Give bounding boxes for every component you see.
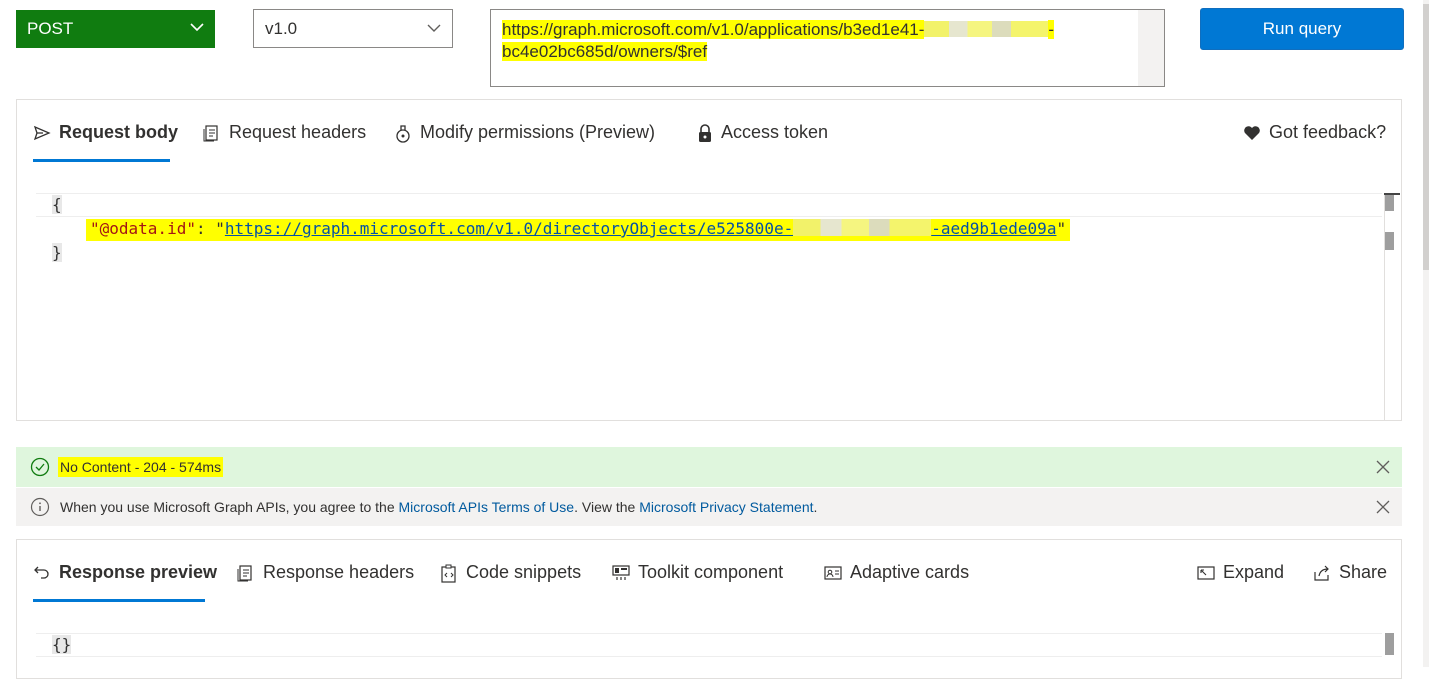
heart-icon: [1244, 126, 1260, 140]
tab-modify-permissions-label: Modify permissions (Preview): [420, 122, 656, 142]
json-key: "@odata.id": [90, 219, 196, 238]
editor-scroll-track: [1384, 193, 1385, 420]
card-icon: [824, 566, 842, 580]
info-text-after: .: [813, 499, 818, 515]
response-json: {}: [52, 635, 72, 654]
tab-response-headers-label: Response headers: [263, 562, 415, 582]
check-circle-icon: [30, 457, 50, 477]
current-line-highlight: [36, 193, 1382, 217]
toolkit-icon: [612, 565, 630, 580]
document-icon: [203, 125, 218, 142]
page-scrollbar[interactable]: [1423, 0, 1429, 667]
tab-adaptive-cards[interactable]: Adaptive cards: [824, 562, 969, 602]
clipboard-code-icon: [441, 564, 456, 583]
tab-response-preview-label: Response preview: [59, 562, 218, 582]
expand-button[interactable]: Expand: [1197, 562, 1284, 602]
url-scrollbar[interactable]: [1138, 10, 1164, 86]
info-text-before: When you use Microsoft Graph APIs, you a…: [60, 499, 399, 515]
share-icon: [1314, 565, 1329, 581]
json-quote-close: ": [1056, 219, 1067, 238]
tab-code-snippets-label: Code snippets: [466, 562, 582, 582]
run-query-button[interactable]: Run query: [1200, 8, 1404, 50]
terms-of-use-link[interactable]: Microsoft APIs Terms of Use: [399, 499, 575, 515]
json-value-prefix: https://graph.microsoft.com/v1.0/directo…: [224, 219, 794, 238]
redacted-block: [793, 219, 932, 236]
expand-label: Expand: [1223, 562, 1285, 582]
url-line1-prefix: https://graph.microsoft.com/v1.0/applica…: [502, 20, 925, 39]
status-bar: No Content - 204 - 574ms: [16, 447, 1402, 487]
version-dropdown[interactable]: v1.0: [253, 9, 453, 48]
close-icon[interactable]: [1376, 500, 1390, 514]
tab-request-body[interactable]: Request body: [33, 122, 178, 162]
version-value: v1.0: [265, 18, 298, 38]
http-method-dropdown[interactable]: POST: [16, 10, 215, 48]
document-icon: [237, 565, 252, 582]
editor-scroll-thumb[interactable]: [1385, 193, 1394, 211]
chevron-down-icon: [190, 23, 204, 32]
response-body-editor[interactable]: {}: [36, 633, 1382, 657]
json-quote-open: ": [215, 219, 225, 238]
expand-icon: [1197, 566, 1215, 580]
tab-request-headers-label: Request headers: [229, 122, 367, 142]
page-scroll-thumb[interactable]: [1423, 4, 1429, 270]
permissions-icon: [396, 125, 410, 143]
info-icon: [30, 497, 50, 517]
json-property-line: "@odata.id": "https://graph.microsoft.co…: [86, 219, 1071, 241]
tab-toolkit-component[interactable]: Toolkit component: [612, 562, 783, 602]
status-message: No Content - 204 - 574ms: [58, 457, 224, 477]
privacy-statement-link[interactable]: Microsoft Privacy Statement: [639, 499, 813, 515]
response-panel: [16, 539, 1402, 679]
info-text-middle: . View the: [574, 499, 640, 515]
request-body-editor[interactable]: { "@odata.id": "https://graph.microsoft.…: [36, 193, 1400, 419]
terms-info-bar: When you use Microsoft Graph APIs, you a…: [16, 488, 1402, 526]
url-input[interactable]: https://graph.microsoft.com/v1.0/applica…: [490, 9, 1165, 87]
tab-adaptive-cards-label: Adaptive cards: [850, 562, 970, 582]
json-value-suffix: -aed9b1ede09a: [931, 219, 1057, 238]
send-icon: [33, 125, 51, 141]
url-line1-suffix: -: [1048, 20, 1055, 39]
json-colon: :: [195, 219, 216, 238]
active-tab-underline: [33, 599, 205, 602]
redacted-block: [924, 21, 1049, 37]
tab-response-headers[interactable]: Response headers: [237, 562, 414, 602]
feedback-button[interactable]: Got feedback?: [1243, 122, 1386, 162]
open-brace: {: [52, 195, 62, 214]
tab-request-headers[interactable]: Request headers: [203, 122, 366, 162]
http-method-value: POST: [27, 19, 74, 38]
response-scroll-thumb[interactable]: [1385, 633, 1394, 655]
active-tab-underline: [33, 159, 170, 162]
tab-code-snippets[interactable]: Code snippets: [440, 562, 581, 602]
tab-response-preview[interactable]: Response preview: [33, 562, 217, 602]
url-text: https://graph.microsoft.com/v1.0/applica…: [502, 19, 1102, 63]
tab-toolkit-component-label: Toolkit component: [638, 562, 784, 582]
info-text: When you use Microsoft Graph APIs, you a…: [60, 499, 817, 515]
url-line2: bc4e02bc685d/owners/$ref: [502, 42, 708, 61]
tab-access-token[interactable]: Access token: [697, 122, 828, 162]
lock-icon: [699, 124, 711, 142]
editor-scroll-marker: [1385, 232, 1394, 250]
editor-ruler: [1384, 193, 1400, 195]
close-icon[interactable]: [1376, 460, 1390, 474]
feedback-label: Got feedback?: [1269, 122, 1387, 142]
tab-modify-permissions[interactable]: Modify permissions (Preview): [394, 122, 655, 162]
share-button[interactable]: Share: [1313, 562, 1387, 602]
undo-arrow-icon: [34, 566, 49, 579]
tab-access-token-label: Access token: [721, 122, 829, 142]
close-brace: }: [52, 243, 62, 262]
chevron-down-icon: [427, 24, 441, 32]
tab-request-body-label: Request body: [59, 122, 179, 142]
share-label: Share: [1339, 562, 1388, 582]
